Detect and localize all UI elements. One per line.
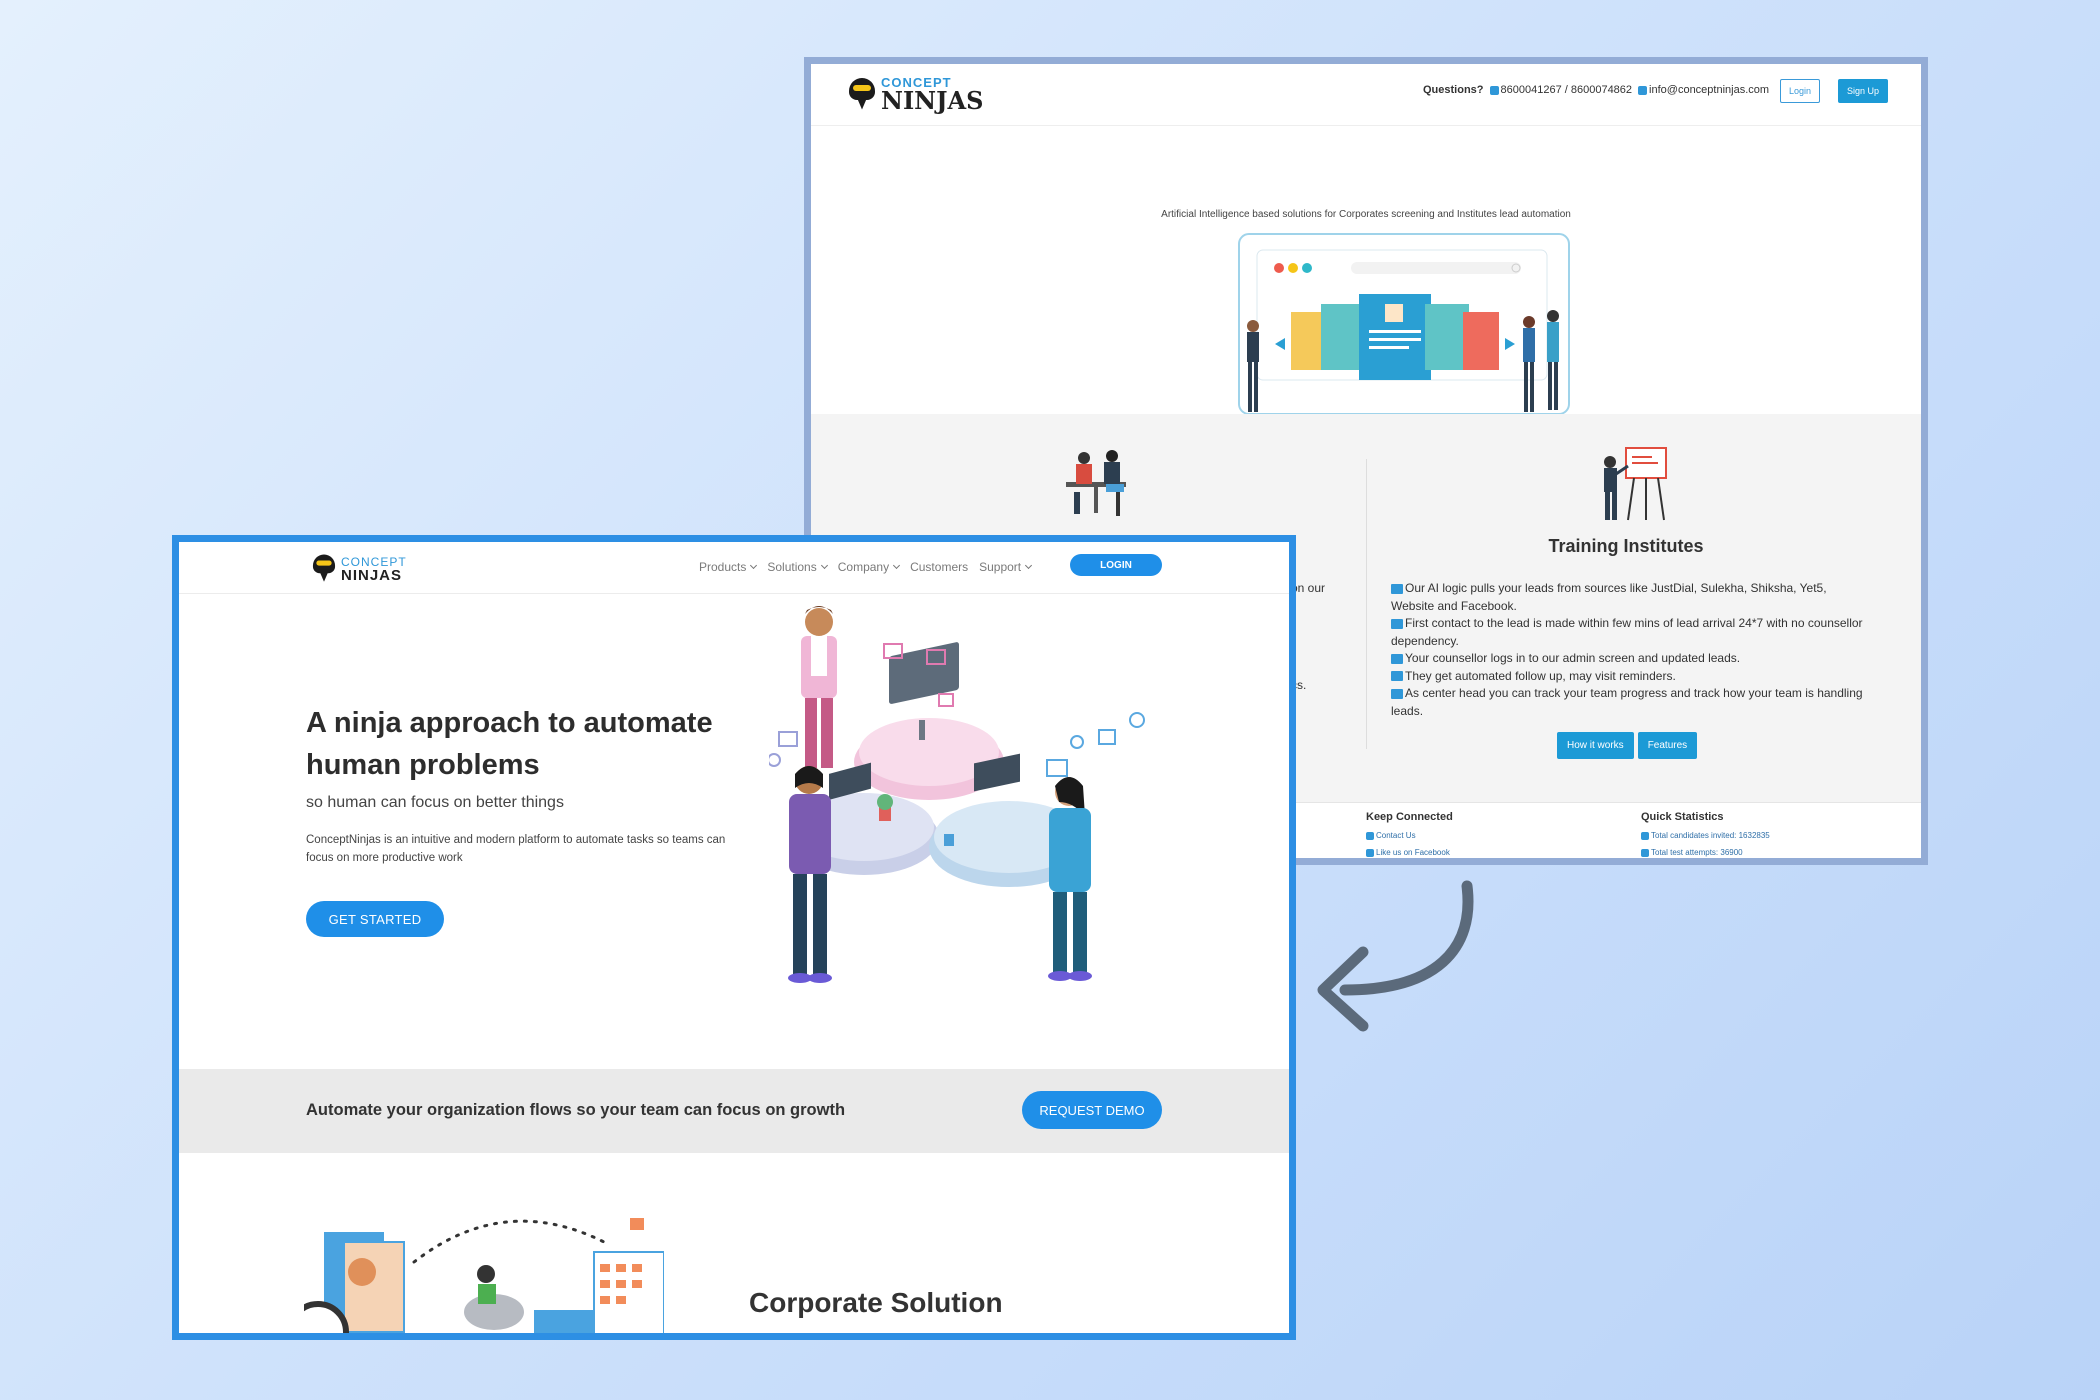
get-started-button[interactable]: GET STARTED bbox=[306, 901, 444, 937]
ninja-logo-icon bbox=[847, 77, 877, 112]
laptop-icon bbox=[1391, 583, 1403, 594]
corporate-solution-title: Corporate Solution bbox=[749, 1287, 1003, 1318]
demo-band-text: Automate your organization flows so your… bbox=[306, 1101, 846, 1119]
list-item: Your counsellor logs in to our admin scr… bbox=[1391, 650, 1871, 668]
nav-company[interactable]: Company bbox=[838, 560, 901, 574]
stats-icon bbox=[1641, 831, 1649, 840]
list-item: As center head you can track your team p… bbox=[1391, 686, 1863, 718]
main-nav: Products Solutions Company Customers Sup… bbox=[699, 560, 1033, 574]
ninja-logo-icon bbox=[311, 554, 337, 584]
nav-customers[interactable]: Customers bbox=[910, 560, 968, 574]
laptop-icon bbox=[1391, 618, 1403, 629]
list-item: Our AI logic pulls your leads from sourc… bbox=[1391, 581, 1827, 613]
stat-candidates: Total candidates invited: 1632835 bbox=[1641, 831, 1770, 840]
request-demo-band: Automate your organization flows so your… bbox=[179, 1069, 1289, 1153]
laptop-icon bbox=[1391, 688, 1403, 699]
laptop-icon bbox=[1391, 671, 1403, 682]
old-login-button[interactable]: Login bbox=[1780, 79, 1820, 103]
old-column-divider bbox=[1366, 459, 1367, 749]
chevron-down-icon bbox=[893, 561, 901, 570]
nav-solutions[interactable]: Solutions bbox=[767, 560, 828, 574]
list-item: First contact to the lead is made within… bbox=[1391, 616, 1863, 648]
contact-us-link[interactable]: Contact Us bbox=[1366, 831, 1416, 840]
resume-screening-illustration bbox=[1238, 233, 1570, 415]
list-item: They get automated follow up, may visit … bbox=[1391, 668, 1871, 686]
quick-statistics-title: Quick Statistics bbox=[1641, 811, 1724, 823]
training-illustration bbox=[1604, 447, 1667, 521]
facebook-icon bbox=[1366, 848, 1374, 857]
features-button[interactable]: Features bbox=[1637, 732, 1698, 759]
training-buttons: How it works Features bbox=[1557, 732, 1698, 759]
stats-icon bbox=[1641, 848, 1649, 857]
old-tagline: Artificial Intelligence based solutions … bbox=[1161, 209, 1571, 220]
facebook-link[interactable]: Like us on Facebook bbox=[1366, 848, 1450, 857]
new-website-screenshot: CONCEPT NINJAS Products Solutions Compan… bbox=[172, 535, 1296, 1340]
contact-icon bbox=[1366, 831, 1374, 840]
stat-attempts: Total test attempts: 36900 bbox=[1641, 848, 1743, 857]
training-features-list: Our AI logic pulls your leads from sourc… bbox=[1391, 580, 1871, 720]
old-logo[interactable]: CONCEPT NINJAS bbox=[847, 76, 983, 113]
nav-support[interactable]: Support bbox=[979, 560, 1033, 574]
old-logo-bottom: NINJAS bbox=[881, 86, 984, 115]
curved-arrow-icon bbox=[1317, 880, 1474, 1032]
hero-subtitle: so human can focus on better things bbox=[306, 794, 564, 811]
email-link[interactable]: info@conceptninjas.com bbox=[1649, 84, 1769, 96]
old-signup-button[interactable]: Sign Up bbox=[1838, 79, 1888, 103]
nav-products[interactable]: Products bbox=[699, 560, 758, 574]
corporate-solution-illustration bbox=[304, 1218, 664, 1333]
new-logo-top: CONCEPT bbox=[341, 554, 407, 569]
old-contact-bar: Questions? 8600041267 / 8600074862 info@… bbox=[1423, 84, 1769, 96]
how-it-works-button[interactable]: How it works bbox=[1557, 732, 1634, 759]
login-button[interactable]: LOGIN bbox=[1070, 554, 1162, 576]
hero-description: ConceptNinjas is an intuitive and modern… bbox=[306, 834, 726, 864]
questions-label: Questions? bbox=[1423, 84, 1484, 96]
old-header: CONCEPT NINJAS Questions? 8600041267 / 8… bbox=[811, 64, 1921, 126]
old-partial-text-1: on our bbox=[1291, 581, 1326, 595]
chevron-down-icon bbox=[750, 561, 758, 570]
meeting-illustration bbox=[1066, 450, 1126, 516]
hero-title: A ninja approach to automate human probl… bbox=[306, 707, 713, 781]
request-demo-button[interactable]: REQUEST DEMO bbox=[1022, 1091, 1162, 1129]
team-automation-illustration bbox=[769, 606, 1145, 983]
new-logo-bottom: NINJAS bbox=[341, 566, 403, 584]
new-logo[interactable]: CONCEPT NINJAS bbox=[309, 552, 407, 586]
mail-icon bbox=[1638, 85, 1648, 95]
chevron-down-icon bbox=[1025, 561, 1033, 570]
training-institutes-title: Training Institutes bbox=[1548, 536, 1704, 556]
phone-numbers[interactable]: 8600041267 / 8600074862 bbox=[1501, 84, 1633, 96]
laptop-icon bbox=[1391, 653, 1403, 664]
chevron-down-icon bbox=[820, 561, 828, 570]
phone-icon bbox=[1489, 85, 1499, 95]
keep-connected-title: Keep Connected bbox=[1366, 811, 1453, 823]
new-header: CONCEPT NINJAS Products Solutions Compan… bbox=[179, 542, 1289, 594]
